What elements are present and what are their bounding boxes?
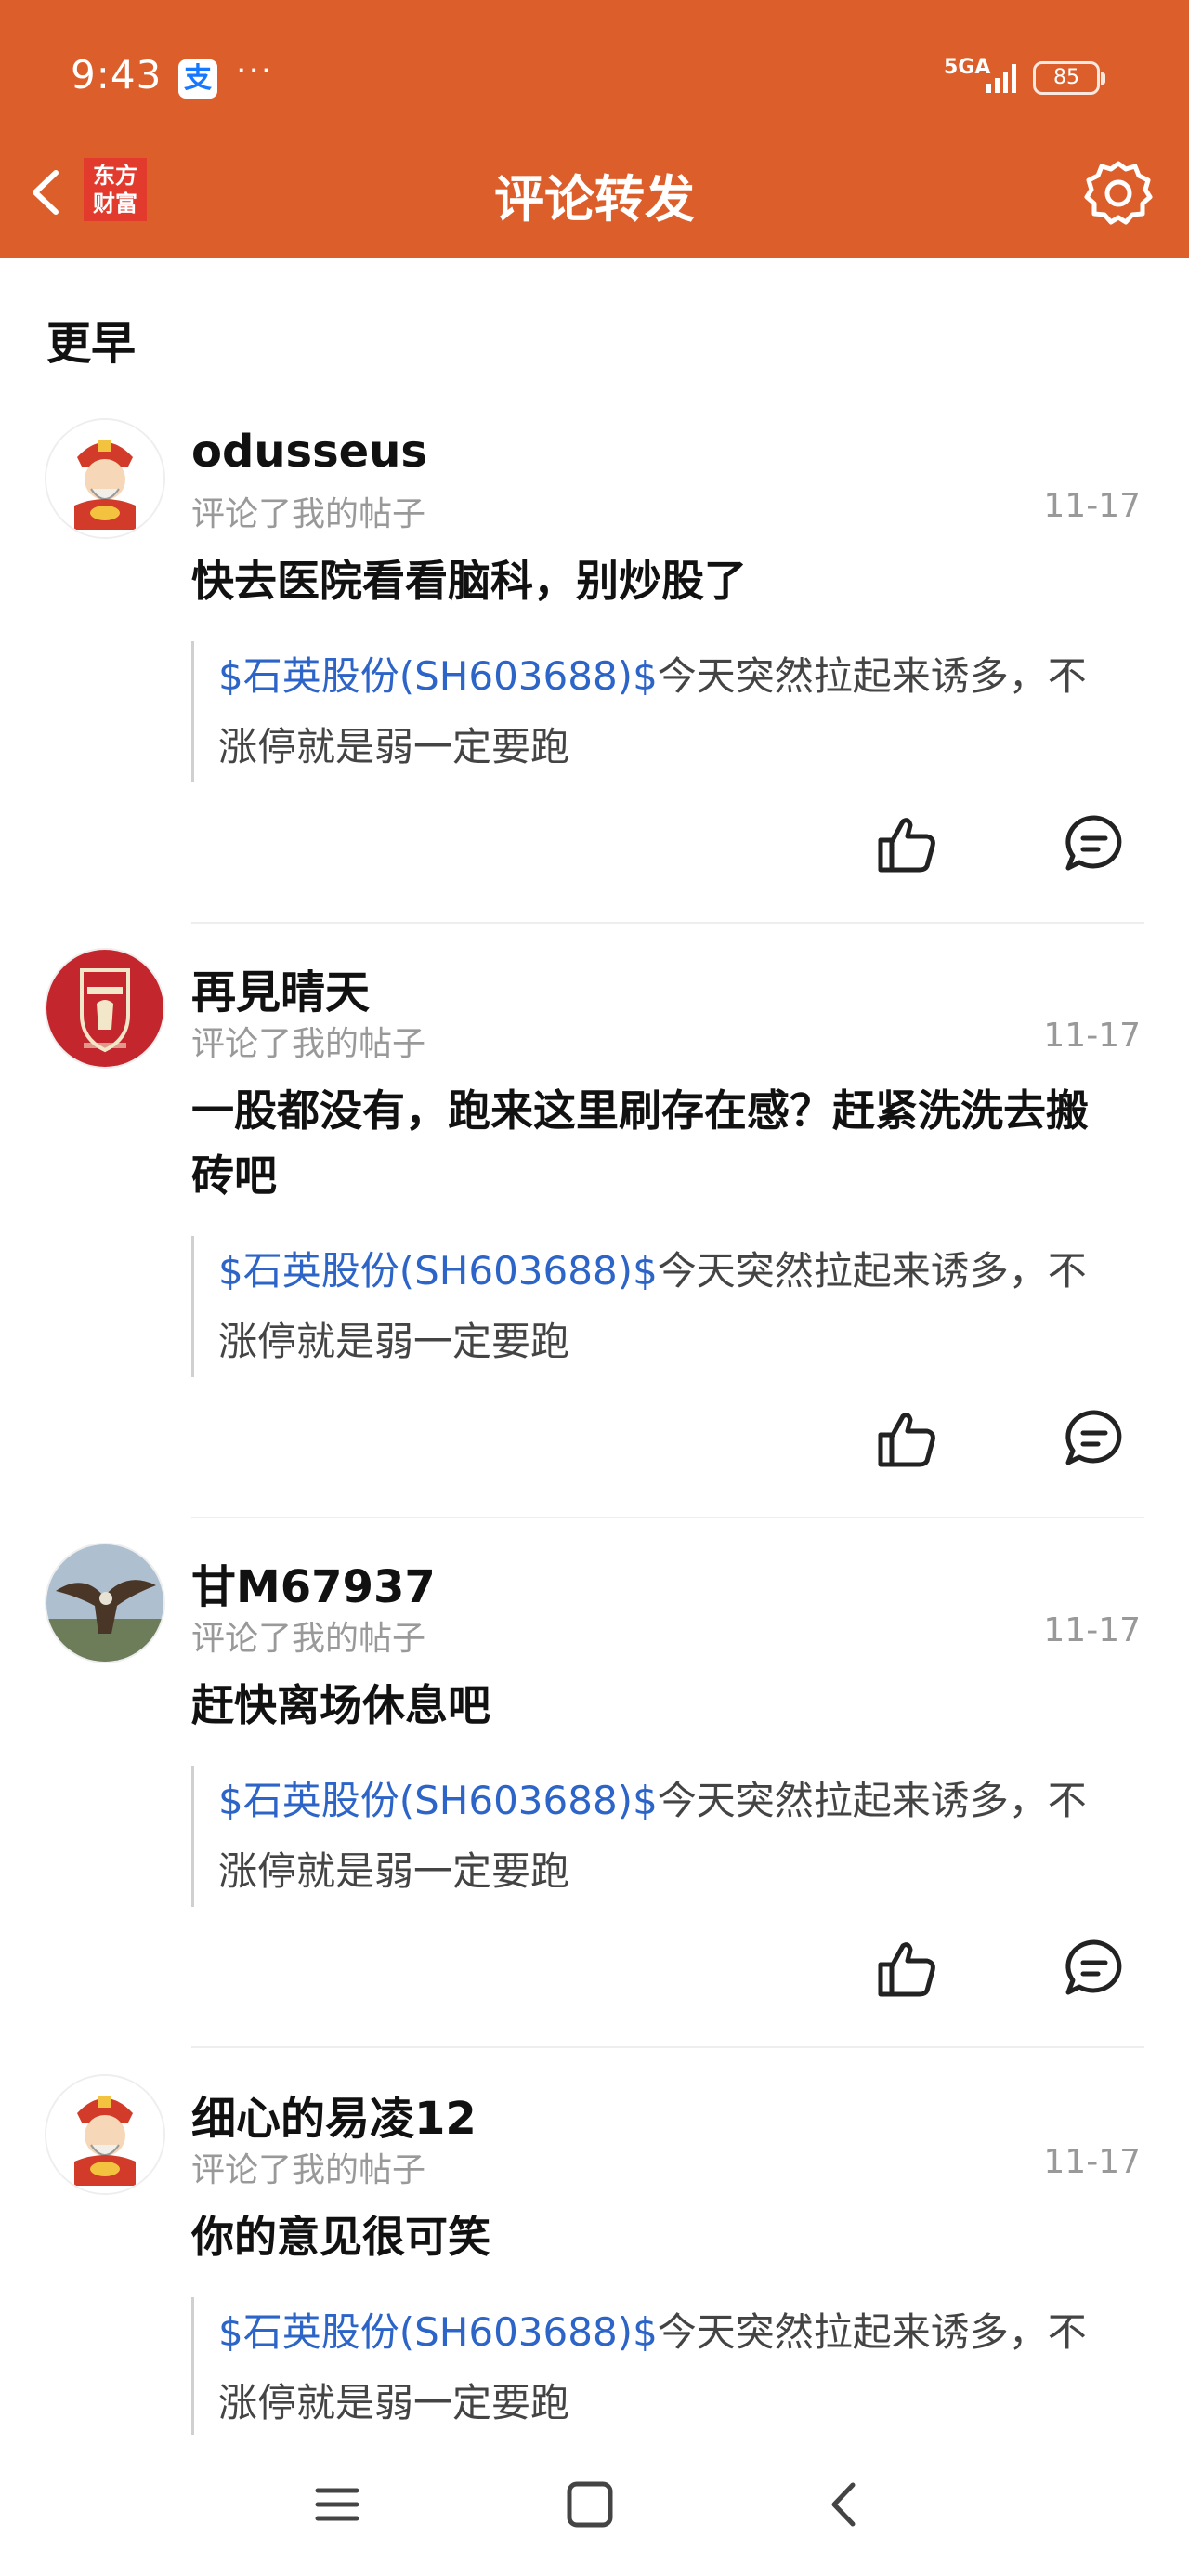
system-navigation-bar	[0, 2435, 1189, 2576]
username[interactable]: 细心的易凌12	[191, 2082, 477, 2147]
user-avatar[interactable]	[45, 418, 165, 539]
divider	[191, 1517, 1144, 1518]
user-avatar[interactable]	[45, 948, 165, 1069]
user-avatar[interactable]	[45, 1543, 165, 1663]
action-text: 评论了我的帖子	[191, 1025, 426, 1063]
network-type: 5GA	[944, 56, 991, 79]
caishen-avatar-icon	[46, 2076, 163, 2193]
divider	[191, 2046, 1144, 2048]
username[interactable]: 再見晴天	[191, 955, 370, 1020]
comment-card[interactable]: 再見晴天 评论了我的帖子 11-17 一股都没有，跑来这里刷存在感？赶紧洗洗去搬…	[0, 948, 1189, 1518]
menu-icon[interactable]	[305, 2472, 370, 2537]
quoted-post[interactable]: $石英股份(SH603688)$今天突然拉起来诱多，不涨停就是弱一定要跑	[191, 2297, 1120, 2438]
action-text: 评论了我的帖子	[191, 1620, 426, 1658]
quoted-post[interactable]: $石英股份(SH603688)$今天突然拉起来诱多，不涨停就是弱一定要跑	[191, 641, 1120, 782]
page-title: 评论转发	[494, 170, 695, 229]
comment-text: 赶快离场休息吧	[191, 1680, 490, 1730]
caishen-avatar-icon	[46, 420, 163, 537]
comment-bubble-icon[interactable]	[1061, 1405, 1128, 1472]
comment-bubble-icon[interactable]	[1061, 1935, 1128, 2002]
comment-card[interactable]: odusseus 评论了我的帖子 11-17 快去医院看看脑科，别炒股了 $石英…	[0, 418, 1189, 924]
username[interactable]: odusseus	[191, 426, 427, 478]
status-time: 9:43	[71, 52, 163, 98]
user-avatar[interactable]	[45, 2074, 165, 2195]
back-arrow-icon[interactable]	[20, 160, 76, 225]
thumbs-up-icon[interactable]	[873, 1405, 940, 1472]
comment-text: 你的意见很可笑	[191, 2212, 490, 2262]
timestamp: 11-17	[1043, 1017, 1141, 1055]
system-back-icon[interactable]	[812, 2472, 877, 2537]
section-title: 更早	[46, 318, 137, 370]
quoted-post[interactable]: $石英股份(SH603688)$今天突然拉起来诱多，不涨停就是弱一定要跑	[191, 1236, 1120, 1377]
stock-link[interactable]: $石英股份(SH603688)$	[218, 653, 658, 699]
home-square-icon[interactable]	[557, 2472, 622, 2537]
battery-icon: 85	[1033, 61, 1105, 95]
logo-line-1: 东方	[93, 163, 137, 189]
comment-card[interactable]: 细心的易凌12 评论了我的帖子 11-17 你的意见很可笑 $石英股份(SH60…	[0, 2074, 1189, 2438]
action-text: 评论了我的帖子	[191, 495, 426, 533]
quoted-post[interactable]: $石英股份(SH603688)$今天突然拉起来诱多，不涨停就是弱一定要跑	[191, 1766, 1120, 1907]
eagle-avatar-icon	[46, 1544, 163, 1662]
timestamp: 11-17	[1043, 1611, 1141, 1649]
thumbs-up-icon[interactable]	[873, 1935, 940, 2002]
stock-link[interactable]: $石英股份(SH603688)$	[218, 2309, 658, 2355]
stock-link[interactable]: $石英股份(SH603688)$	[218, 1778, 658, 1823]
logo-line-2: 财富	[93, 191, 137, 217]
timestamp: 11-17	[1043, 487, 1141, 525]
action-text: 评论了我的帖子	[191, 2151, 426, 2189]
alipay-icon: 支	[178, 59, 217, 99]
divider	[191, 922, 1144, 924]
comment-text: 快去医院看看脑科，别炒股了	[191, 556, 747, 606]
status-bar: 9:43 支 ··· 5GA 85	[0, 0, 1189, 156]
app-header: 9:43 支 ··· 5GA 85 东方 财富 评论转发	[0, 0, 1189, 258]
thumbs-up-icon[interactable]	[873, 810, 940, 877]
gear-icon[interactable]	[1081, 156, 1156, 230]
comment-card[interactable]: 甘M67937 评论了我的帖子 11-17 赶快离场休息吧 $石英股份(SH60…	[0, 1543, 1189, 2048]
liverpool-avatar-icon	[46, 950, 163, 1067]
username[interactable]: 甘M67937	[191, 1550, 436, 1615]
timestamp: 11-17	[1043, 2143, 1141, 2181]
stock-link[interactable]: $石英股份(SH603688)$	[218, 1248, 658, 1294]
comment-text: 一股都没有，跑来这里刷存在感？赶紧洗洗去搬砖吧	[191, 1085, 1089, 1201]
comment-bubble-icon[interactable]	[1061, 810, 1128, 877]
nav-bar: 东方 财富 评论转发	[0, 139, 1189, 258]
signal-icon	[986, 64, 1016, 93]
eastmoney-logo: 东方 财富	[84, 158, 147, 221]
more-notifications-icon: ···	[236, 52, 274, 90]
